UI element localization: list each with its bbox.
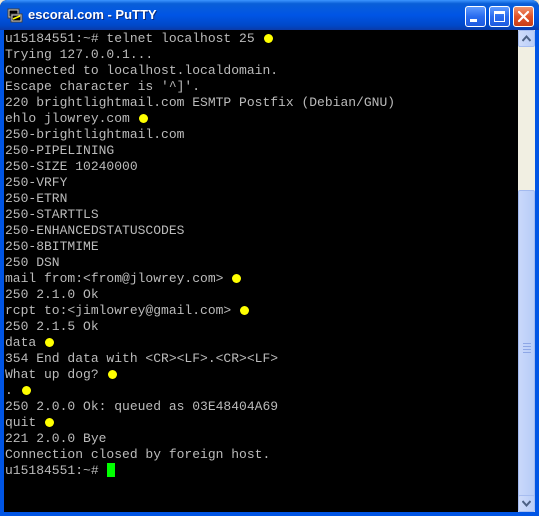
thumb-grip-line — [523, 352, 531, 353]
terminal-line-text: ehlo jlowrey.com — [5, 111, 130, 126]
terminal-line-text: Trying 127.0.0.1... — [5, 47, 154, 62]
terminal-line-text: What up dog? — [5, 367, 99, 382]
terminal-line: 221 2.0.0 Bye — [5, 431, 395, 447]
terminal-line: 250-8BITMIME — [5, 239, 395, 255]
arrow-up-icon — [522, 35, 531, 42]
terminal-line: mail from:<from@jlowrey.com> — [5, 271, 395, 287]
terminal-line: 250 2.1.0 Ok — [5, 287, 395, 303]
terminal-line-text: Connected to localhost.localdomain. — [5, 63, 279, 78]
terminal-line-text: 250-VRFY — [5, 175, 68, 190]
terminal-line-text: . — [5, 383, 13, 398]
terminal-line: 250 DSN — [5, 255, 395, 271]
annotation-marker-dot — [21, 386, 31, 395]
terminal-line-text: 250-SIZE 10240000 — [5, 159, 138, 174]
annotation-marker-dot — [107, 370, 117, 379]
putty-terminal-icon[interactable] — [7, 7, 23, 23]
window-frame-right — [535, 30, 539, 516]
terminal-screen[interactable]: u15184551:~# telnet localhost 25 Trying 1… — [4, 30, 518, 512]
terminal-line-text: 250 2.1.5 Ok — [5, 319, 99, 334]
terminal-line-text: 250 DSN — [5, 255, 60, 270]
annotation-marker-dot — [263, 34, 273, 43]
terminal-line-text: 250-brightlightmail.com — [5, 127, 185, 142]
annotation-marker-dot — [45, 338, 55, 347]
thumb-grip-line — [523, 343, 531, 344]
terminal-line: . — [5, 383, 395, 399]
terminal-line: What up dog? — [5, 367, 395, 383]
terminal-line: rcpt to:<jimlowrey@gmail.com> — [5, 303, 395, 319]
terminal-line: data — [5, 335, 395, 351]
thumb-grip-line — [523, 349, 531, 350]
terminal-line-text: u15184551:~# telnet localhost 25 — [5, 31, 255, 46]
scroll-down-button[interactable] — [518, 495, 535, 512]
vertical-scrollbar[interactable] — [518, 30, 535, 512]
maximize-icon — [494, 11, 505, 22]
terminal-line-text: 221 2.0.0 Bye — [5, 431, 107, 446]
maximize-button[interactable] — [489, 6, 510, 27]
terminal-line-text: 354 End data with <CR><LF>.<CR><LF> — [5, 351, 279, 366]
annotation-marker-dot — [232, 274, 242, 283]
terminal-line: Escape character is '^]'. — [5, 79, 395, 95]
terminal-line: 250-PIPELINING — [5, 143, 395, 159]
terminal-line: u15184551:~# telnet localhost 25 — [5, 31, 395, 47]
window-frame-bottom — [0, 512, 539, 516]
terminal-line-text: u15184551:~# — [5, 463, 99, 478]
terminal-line-text: 250-8BITMIME — [5, 239, 99, 254]
scroll-up-button[interactable] — [518, 30, 535, 47]
terminal-line-text: 250-PIPELINING — [5, 143, 115, 158]
terminal-line: 250 2.1.5 Ok — [5, 319, 395, 335]
terminal-line: Trying 127.0.0.1... — [5, 47, 395, 63]
terminal-line: 220 brightlightmail.com ESMTP Postfix (D… — [5, 95, 395, 111]
minimize-button[interactable] — [465, 6, 486, 27]
terminal-line-text: data — [5, 335, 37, 350]
terminal-line: 354 End data with <CR><LF>.<CR><LF> — [5, 351, 395, 367]
terminal-line-text: Connection closed by foreign host. — [5, 447, 271, 462]
terminal-line-text: 250 2.0.0 Ok: queued as 03E48404A69 — [5, 399, 279, 414]
terminal-line: 250-ENHANCEDSTATUSCODES — [5, 223, 395, 239]
terminal-line: 250-STARTTLS — [5, 207, 395, 223]
putty-window: escoral.com - PuTTY u15184551:~# telnet … — [0, 0, 539, 516]
terminal-line: 250-VRFY — [5, 175, 395, 191]
terminal-output: u15184551:~# telnet localhost 25 Trying 1… — [5, 31, 395, 479]
terminal-line-text: Escape character is '^]'. — [5, 79, 201, 94]
terminal-line: Connected to localhost.localdomain. — [5, 63, 395, 79]
terminal-line: 250-ETRN — [5, 191, 395, 207]
terminal-line: 250-brightlightmail.com — [5, 127, 395, 143]
close-button[interactable] — [513, 6, 534, 27]
title-bar[interactable]: escoral.com - PuTTY — [0, 0, 539, 30]
terminal-line: 250 2.0.0 Ok: queued as 03E48404A69 — [5, 399, 395, 415]
terminal-line-text: quit — [5, 415, 37, 430]
terminal-line: quit — [5, 415, 395, 431]
thumb-grip-line — [523, 346, 531, 347]
minimize-icon — [470, 19, 477, 22]
close-icon — [517, 10, 530, 23]
arrow-down-icon — [522, 500, 531, 507]
terminal-line: ehlo jlowrey.com — [5, 111, 395, 127]
terminal-cursor — [106, 463, 115, 477]
annotation-marker-dot — [45, 418, 55, 427]
annotation-marker-dot — [240, 306, 250, 315]
window-title: escoral.com - PuTTY — [28, 7, 157, 22]
terminal-line: Connection closed by foreign host. — [5, 447, 395, 463]
terminal-line-text: 250-ENHANCEDSTATUSCODES — [5, 223, 185, 238]
terminal-line-text: 220 brightlightmail.com ESMTP Postfix (D… — [5, 95, 396, 110]
terminal-line-text: 250 2.1.0 Ok — [5, 287, 99, 302]
terminal-line-text: rcpt to:<jimlowrey@gmail.com> — [5, 303, 232, 318]
terminal-line: u15184551:~# — [5, 463, 395, 479]
terminal-line: 250-SIZE 10240000 — [5, 159, 395, 175]
terminal-line-text: 250-STARTTLS — [5, 207, 99, 222]
terminal-line-text: 250-ETRN — [5, 191, 68, 206]
scrollbar-thumb[interactable] — [518, 190, 535, 504]
terminal-line-text: mail from:<from@jlowrey.com> — [5, 271, 224, 286]
annotation-marker-dot — [138, 114, 148, 123]
